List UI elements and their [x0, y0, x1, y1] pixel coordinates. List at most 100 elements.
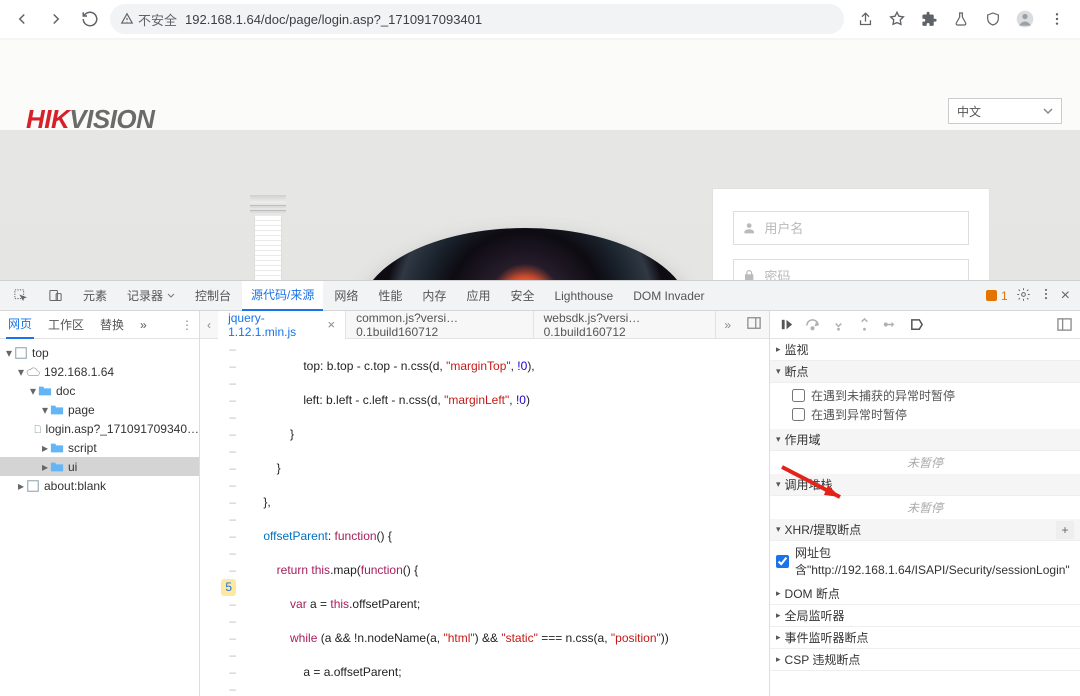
step-icon[interactable]	[878, 313, 902, 337]
language-select[interactable]: 中文	[948, 98, 1062, 124]
resume-icon[interactable]	[774, 313, 798, 337]
panel-cspbp[interactable]: ▸CSP 违规断点	[770, 649, 1080, 671]
decorative-lens	[360, 228, 690, 280]
profile-avatar-icon[interactable]	[1010, 4, 1040, 34]
panel-breakpoints-body: 在遇到未捕获的异常时暂停 在遇到异常时暂停	[770, 383, 1080, 429]
page-viewport: HIKVISION 中文	[0, 40, 1080, 280]
devtools-tabbar: 元素 记录器 控制台 源代码/来源 网络 性能 内存 应用 安全 Lightho…	[0, 281, 1080, 311]
filetab-common[interactable]: common.js?versi…0.1build160712	[346, 311, 534, 339]
scope-not-paused: 未暂停	[770, 451, 1080, 474]
tree-script[interactable]: ▸script	[0, 438, 199, 457]
panel-global[interactable]: ▸全局监听器	[770, 605, 1080, 627]
decorative-tower	[250, 195, 286, 280]
tab-performance[interactable]: 性能	[369, 281, 411, 311]
panel-xhr-body: 网址包含"http://192.168.1.64/ISAPI/Security/…	[770, 541, 1080, 583]
step-over-icon[interactable]	[800, 313, 824, 337]
code-view[interactable]: top: b.top - c.top - n.css(d, "marginTop…	[250, 339, 769, 696]
tab-network[interactable]: 网络	[325, 281, 367, 311]
back-button[interactable]	[8, 5, 36, 33]
step-into-icon[interactable]	[826, 313, 850, 337]
nav-tab-page[interactable]: 网页	[6, 311, 34, 339]
filetab-websdk[interactable]: websdk.js?versi…0.1build160712	[534, 311, 717, 339]
panel-xhr[interactable]: ▾XHR/提取断点+	[770, 519, 1080, 541]
callstack-not-paused: 未暂停	[770, 496, 1080, 519]
tab-recorder[interactable]: 记录器	[118, 281, 184, 311]
tree-login[interactable]: login.asp?_171091709340…	[0, 419, 199, 438]
nav-tab-overrides[interactable]: 替换	[98, 311, 126, 339]
toggle-sidepanel-icon[interactable]	[739, 316, 769, 333]
brand-logo: HIKVISION	[26, 104, 154, 135]
ext-flask-icon[interactable]	[946, 4, 976, 34]
tab-console[interactable]: 控制台	[186, 281, 240, 311]
tab-memory[interactable]: 内存	[413, 281, 455, 311]
filetab-scroll-left[interactable]: ‹	[200, 318, 218, 332]
devtools-menu-icon[interactable]	[1039, 287, 1053, 304]
panel-breakpoints[interactable]: ▾断点	[770, 361, 1080, 383]
tab-security[interactable]: 安全	[501, 281, 543, 311]
panel-dombp[interactable]: ▸DOM 断点	[770, 583, 1080, 605]
forward-button[interactable]	[42, 5, 70, 33]
bookmark-star-icon[interactable]	[882, 4, 912, 34]
password-field[interactable]	[733, 259, 969, 280]
devtools: 元素 记录器 控制台 源代码/来源 网络 性能 内存 应用 安全 Lightho…	[0, 280, 1080, 696]
debugger-pane: ▸监视 ▾断点 在遇到未捕获的异常时暂停 在遇到异常时暂停 ▾作用域 未暂停 ▾…	[770, 311, 1080, 696]
tree-aboutblank[interactable]: ▸about:blank	[0, 476, 199, 495]
chevron-down-icon	[1043, 106, 1053, 116]
tree-doc[interactable]: ▾doc	[0, 381, 199, 400]
step-out-icon[interactable]	[852, 313, 876, 337]
ext-shield-icon[interactable]	[978, 4, 1008, 34]
nav-tab-more[interactable]: »	[138, 311, 149, 339]
tab-application[interactable]: 应用	[457, 281, 499, 311]
file-tree: ▾top ▾192.168.1.64 ▾doc ▾page login.asp?…	[0, 339, 199, 499]
sources-navigator: 网页 工作区 替换 » ⋮ ▾top ▾192.168.1.64 ▾doc ▾p…	[0, 311, 200, 696]
password-input[interactable]	[764, 269, 960, 281]
deactivate-bp-icon[interactable]	[904, 313, 928, 337]
tab-lighthouse[interactable]: Lighthouse	[545, 281, 622, 311]
url-text: 192.168.1.64/doc/page/login.asp?_1710917…	[185, 12, 482, 27]
tree-page[interactable]: ▾page	[0, 400, 199, 419]
username-input[interactable]	[764, 221, 960, 236]
reload-button[interactable]	[76, 5, 104, 33]
language-value: 中文	[957, 103, 981, 120]
bp-caught[interactable]: 在遇到异常时暂停	[792, 405, 1072, 424]
tab-sources[interactable]: 源代码/来源	[242, 281, 323, 311]
settings-icon[interactable]	[1016, 287, 1031, 305]
sources-editor: ‹ jquery-1.12.1.min.js× common.js?versi……	[200, 311, 770, 696]
user-icon	[742, 220, 756, 236]
tab-dominvader[interactable]: DOM Invader	[624, 281, 713, 311]
panel-scope[interactable]: ▾作用域	[770, 429, 1080, 451]
debugger-toolbar	[770, 311, 1080, 339]
tree-host[interactable]: ▾192.168.1.64	[0, 362, 199, 381]
filetab-jquery[interactable]: jquery-1.12.1.min.js×	[218, 311, 346, 339]
warning-count[interactable]: 1	[986, 289, 1008, 303]
not-secure-label: 不安全	[138, 10, 177, 29]
line-gutter: ––––––––––––––5––––––	[200, 339, 250, 696]
close-icon[interactable]: ×	[328, 317, 336, 332]
tab-elements[interactable]: 元素	[74, 281, 116, 311]
devtools-close-icon[interactable]: ×	[1061, 287, 1070, 305]
panel-watch[interactable]: ▸监视	[770, 339, 1080, 361]
nav-tab-workspace[interactable]: 工作区	[46, 311, 86, 339]
tree-ui[interactable]: ▸ui	[0, 457, 199, 476]
toggle-sidepanel-icon[interactable]	[1052, 313, 1076, 337]
kebab-menu-icon[interactable]	[1042, 4, 1072, 34]
file-tabbar: ‹ jquery-1.12.1.min.js× common.js?versi……	[200, 311, 769, 339]
extensions-icon[interactable]	[914, 4, 944, 34]
bp-uncaught[interactable]: 在遇到未捕获的异常时暂停	[792, 386, 1072, 405]
tree-top[interactable]: ▾top	[0, 343, 199, 362]
lock-icon	[742, 268, 756, 280]
device-mode-icon[interactable]	[39, 281, 72, 311]
panel-eventbp[interactable]: ▸事件监听器断点	[770, 627, 1080, 649]
login-card	[712, 188, 990, 280]
panel-callstack[interactable]: ▾调用堆栈	[770, 474, 1080, 496]
inspect-icon[interactable]	[4, 281, 37, 311]
xhr-breakpoint-item[interactable]: 网址包含"http://192.168.1.64/ISAPI/Security/…	[776, 544, 1074, 578]
browser-toolbar: 不安全 192.168.1.64/doc/page/login.asp?_171…	[0, 0, 1080, 40]
not-secure-warning: 不安全	[120, 10, 177, 29]
username-field[interactable]	[733, 211, 969, 245]
address-bar[interactable]: 不安全 192.168.1.64/doc/page/login.asp?_171…	[110, 4, 844, 34]
add-xhr-bp-button[interactable]: +	[1056, 521, 1074, 539]
share-icon[interactable]	[850, 4, 880, 34]
filetab-more[interactable]: »	[716, 318, 739, 332]
devtools-menu-icon[interactable]: ⋮	[181, 318, 193, 332]
